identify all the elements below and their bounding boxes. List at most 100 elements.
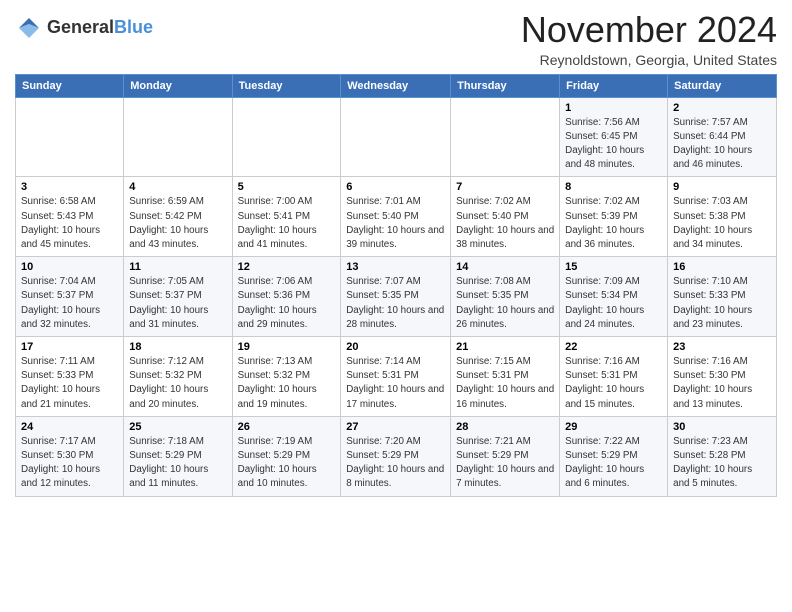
empty-cell xyxy=(124,97,232,177)
day-info: Sunrise: 7:19 AM Sunset: 5:29 PM Dayligh… xyxy=(238,435,336,492)
day-number: 9 xyxy=(673,181,771,193)
day-info: Sunrise: 7:06 AM Sunset: 5:36 PM Dayligh… xyxy=(238,275,336,332)
empty-cell xyxy=(341,97,451,177)
calendar-day-22: 22 Sunrise: 7:16 AM Sunset: 5:31 PM Dayli… xyxy=(560,337,668,417)
day-number: 7 xyxy=(456,181,554,193)
day-number: 5 xyxy=(238,181,336,193)
day-info: Sunrise: 7:08 AM Sunset: 5:35 PM Dayligh… xyxy=(456,275,554,332)
day-number: 23 xyxy=(673,341,771,353)
weekday-header-saturday: Saturday xyxy=(668,74,777,97)
weekday-header-sunday: Sunday xyxy=(16,74,124,97)
header: GeneralBlue November 2024 Reynoldstown, … xyxy=(15,10,777,68)
calendar-week-row: 10Sunrise: 7:04 AM Sunset: 5:37 PM Dayli… xyxy=(16,257,777,337)
day-info: Sunrise: 7:18 AM Sunset: 5:29 PM Dayligh… xyxy=(129,435,226,492)
calendar-day-8: 8 Sunrise: 7:02 AM Sunset: 5:39 PM Daylig… xyxy=(560,177,668,257)
calendar-day-26: 26 Sunrise: 7:19 AM Sunset: 5:29 PM Dayli… xyxy=(232,416,341,496)
day-info: Sunrise: 7:15 AM Sunset: 5:31 PM Dayligh… xyxy=(456,355,554,412)
day-info: Sunrise: 7:13 AM Sunset: 5:32 PM Dayligh… xyxy=(238,355,336,412)
weekday-header-thursday: Thursday xyxy=(451,74,560,97)
logo-icon xyxy=(15,14,43,42)
day-number: 16 xyxy=(673,261,771,273)
title-block: November 2024 Reynoldstown, Georgia, Uni… xyxy=(521,10,777,68)
day-info: Sunrise: 7:00 AM Sunset: 5:41 PM Dayligh… xyxy=(238,195,336,252)
day-number: 4 xyxy=(129,181,226,193)
calendar-day-9: 9 Sunrise: 7:03 AM Sunset: 5:38 PM Daylig… xyxy=(668,177,777,257)
logo-general: General xyxy=(47,17,114,37)
calendar-day-16: 16 Sunrise: 7:10 AM Sunset: 5:33 PM Dayli… xyxy=(668,257,777,337)
calendar-day-28: 28 Sunrise: 7:21 AM Sunset: 5:29 PM Dayli… xyxy=(451,416,560,496)
calendar-day-30: 30 Sunrise: 7:23 AM Sunset: 5:28 PM Dayli… xyxy=(668,416,777,496)
day-info: Sunrise: 7:57 AM Sunset: 6:44 PM Dayligh… xyxy=(673,116,771,173)
day-number: 8 xyxy=(565,181,662,193)
day-info: Sunrise: 7:17 AM Sunset: 5:30 PM Dayligh… xyxy=(21,435,118,492)
calendar-week-row: 17 Sunrise: 7:11 AM Sunset: 5:33 PM Dayli… xyxy=(16,337,777,417)
location: Reynoldstown, Georgia, United States xyxy=(521,52,777,68)
calendar-day-6: 6 Sunrise: 7:01 AM Sunset: 5:40 PM Daylig… xyxy=(341,177,451,257)
calendar-day-24: 24 Sunrise: 7:17 AM Sunset: 5:30 PM Dayli… xyxy=(16,416,124,496)
empty-cell xyxy=(16,97,124,177)
day-info: Sunrise: 7:02 AM Sunset: 5:40 PM Dayligh… xyxy=(456,195,554,252)
day-number: 11 xyxy=(129,261,226,273)
day-number: 12 xyxy=(238,261,336,273)
day-info: Sunrise: 7:23 AM Sunset: 5:28 PM Dayligh… xyxy=(673,435,771,492)
calendar-day-27: 27 Sunrise: 7:20 AM Sunset: 5:29 PM Dayli… xyxy=(341,416,451,496)
day-number: 3 xyxy=(21,181,118,193)
day-number: 17 xyxy=(21,341,118,353)
day-info: Sunrise: 6:58 AM Sunset: 5:43 PM Dayligh… xyxy=(21,195,118,252)
weekday-header-monday: Monday xyxy=(124,74,232,97)
logo: GeneralBlue xyxy=(15,10,153,42)
calendar-day-2: 2Sunrise: 7:57 AM Sunset: 6:44 PM Daylig… xyxy=(668,97,777,177)
logo-text: GeneralBlue xyxy=(47,18,153,38)
calendar-week-row: 24 Sunrise: 7:17 AM Sunset: 5:30 PM Dayli… xyxy=(16,416,777,496)
calendar-day-13: 13 Sunrise: 7:07 AM Sunset: 5:35 PM Dayli… xyxy=(341,257,451,337)
day-info: Sunrise: 7:02 AM Sunset: 5:39 PM Dayligh… xyxy=(565,195,662,252)
weekday-header-tuesday: Tuesday xyxy=(232,74,341,97)
day-info: Sunrise: 6:59 AM Sunset: 5:42 PM Dayligh… xyxy=(129,195,226,252)
calendar-day-3: 3 Sunrise: 6:58 AM Sunset: 5:43 PM Daylig… xyxy=(16,177,124,257)
day-info: Sunrise: 7:20 AM Sunset: 5:29 PM Dayligh… xyxy=(346,435,445,492)
calendar-day-21: 21 Sunrise: 7:15 AM Sunset: 5:31 PM Dayli… xyxy=(451,337,560,417)
day-number: 24 xyxy=(21,421,118,433)
empty-cell xyxy=(232,97,341,177)
day-number: 10 xyxy=(21,261,118,273)
calendar-day-19: 19Sunrise: 7:13 AM Sunset: 5:32 PM Dayli… xyxy=(232,337,341,417)
day-info: Sunrise: 7:07 AM Sunset: 5:35 PM Dayligh… xyxy=(346,275,445,332)
calendar-day-14: 14 Sunrise: 7:08 AM Sunset: 5:35 PM Dayli… xyxy=(451,257,560,337)
day-number: 27 xyxy=(346,421,445,433)
calendar-week-row: 3 Sunrise: 6:58 AM Sunset: 5:43 PM Daylig… xyxy=(16,177,777,257)
calendar-table: SundayMondayTuesdayWednesdayThursdayFrid… xyxy=(15,74,777,497)
calendar-day-10: 10Sunrise: 7:04 AM Sunset: 5:37 PM Dayli… xyxy=(16,257,124,337)
day-info: Sunrise: 7:22 AM Sunset: 5:29 PM Dayligh… xyxy=(565,435,662,492)
day-number: 30 xyxy=(673,421,771,433)
calendar-day-23: 23Sunrise: 7:16 AM Sunset: 5:30 PM Dayli… xyxy=(668,337,777,417)
calendar-day-29: 29Sunrise: 7:22 AM Sunset: 5:29 PM Dayli… xyxy=(560,416,668,496)
day-number: 14 xyxy=(456,261,554,273)
calendar-day-17: 17 Sunrise: 7:11 AM Sunset: 5:33 PM Dayli… xyxy=(16,337,124,417)
day-number: 13 xyxy=(346,261,445,273)
month-title: November 2024 xyxy=(521,10,777,50)
day-info: Sunrise: 7:03 AM Sunset: 5:38 PM Dayligh… xyxy=(673,195,771,252)
calendar-day-15: 15Sunrise: 7:09 AM Sunset: 5:34 PM Dayli… xyxy=(560,257,668,337)
calendar-day-4: 4 Sunrise: 6:59 AM Sunset: 5:42 PM Daylig… xyxy=(124,177,232,257)
day-number: 22 xyxy=(565,341,662,353)
day-info: Sunrise: 7:56 AM Sunset: 6:45 PM Dayligh… xyxy=(565,116,662,173)
calendar-day-12: 12 Sunrise: 7:06 AM Sunset: 5:36 PM Dayli… xyxy=(232,257,341,337)
day-info: Sunrise: 7:01 AM Sunset: 5:40 PM Dayligh… xyxy=(346,195,445,252)
day-number: 20 xyxy=(346,341,445,353)
calendar-day-25: 25Sunrise: 7:18 AM Sunset: 5:29 PM Dayli… xyxy=(124,416,232,496)
calendar-day-18: 18Sunrise: 7:12 AM Sunset: 5:32 PM Dayli… xyxy=(124,337,232,417)
day-info: Sunrise: 7:21 AM Sunset: 5:29 PM Dayligh… xyxy=(456,435,554,492)
day-number: 6 xyxy=(346,181,445,193)
day-number: 26 xyxy=(238,421,336,433)
calendar-day-1: 1Sunrise: 7:56 AM Sunset: 6:45 PM Daylig… xyxy=(560,97,668,177)
day-number: 21 xyxy=(456,341,554,353)
day-info: Sunrise: 7:11 AM Sunset: 5:33 PM Dayligh… xyxy=(21,355,118,412)
logo-blue: Blue xyxy=(114,17,153,37)
day-info: Sunrise: 7:05 AM Sunset: 5:37 PM Dayligh… xyxy=(129,275,226,332)
day-number: 28 xyxy=(456,421,554,433)
day-info: Sunrise: 7:14 AM Sunset: 5:31 PM Dayligh… xyxy=(346,355,445,412)
day-info: Sunrise: 7:10 AM Sunset: 5:33 PM Dayligh… xyxy=(673,275,771,332)
day-info: Sunrise: 7:16 AM Sunset: 5:31 PM Dayligh… xyxy=(565,355,662,412)
calendar-page: GeneralBlue November 2024 Reynoldstown, … xyxy=(0,0,792,507)
calendar-week-row: 1Sunrise: 7:56 AM Sunset: 6:45 PM Daylig… xyxy=(16,97,777,177)
